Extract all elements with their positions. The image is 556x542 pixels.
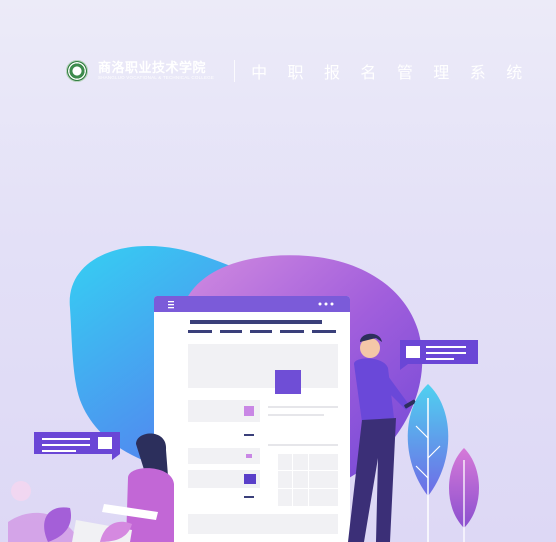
illustration xyxy=(8,246,479,542)
message-card-left xyxy=(34,432,120,460)
more-dots-icon xyxy=(318,302,334,306)
login-page: 商洛职业技术学院 SHANGLUO VOCATIONAL & TECHNICAL… xyxy=(8,8,548,542)
browser-window xyxy=(154,296,350,542)
menu-icon xyxy=(168,301,174,309)
pink-bubble xyxy=(11,481,31,501)
plant-right xyxy=(407,384,479,542)
